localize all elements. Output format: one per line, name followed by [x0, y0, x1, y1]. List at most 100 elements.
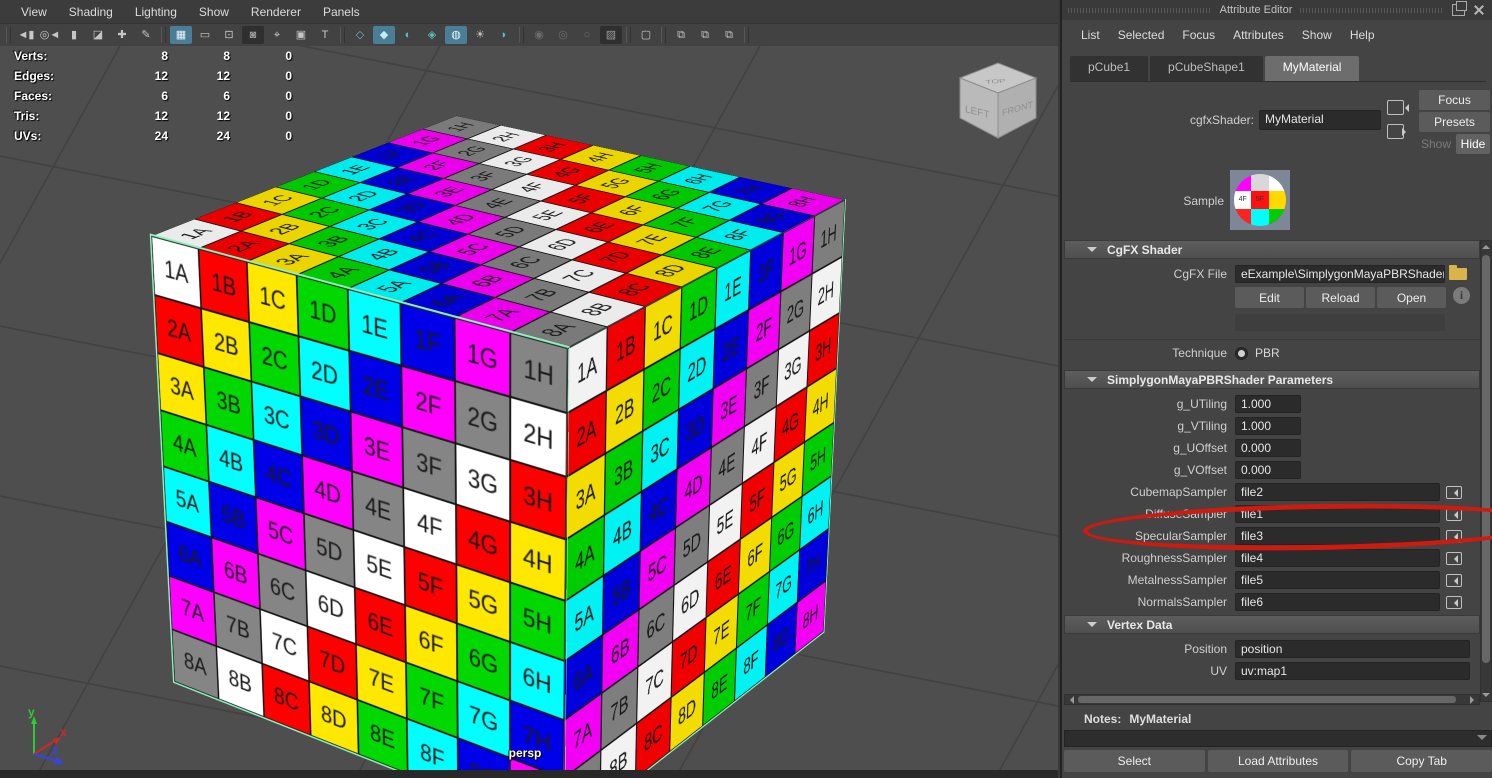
- viewport-menu-shading[interactable]: Shading: [58, 5, 124, 19]
- connect-texture-icon[interactable]: [1446, 552, 1462, 565]
- output-connections-icon[interactable]: [1387, 124, 1404, 139]
- viewport-menu-view[interactable]: View: [10, 5, 58, 19]
- reload-button[interactable]: Reload: [1306, 287, 1375, 308]
- copy-tab-button[interactable]: Copy Tab: [1351, 750, 1492, 772]
- connect-texture-icon[interactable]: [1446, 530, 1462, 543]
- section-header-shader-parameters[interactable]: SimplygonMayaPBRShader Parameters: [1064, 370, 1480, 389]
- g_UOffset-field[interactable]: 0.000: [1235, 439, 1301, 457]
- field-chart-icon[interactable]: ⌖: [266, 26, 288, 44]
- horizontal-scrollbar[interactable]: [1064, 694, 1480, 705]
- float-panel-icon[interactable]: [1452, 4, 1465, 16]
- shader-name-field[interactable]: MyMaterial: [1259, 110, 1381, 130]
- flat-shade-icon[interactable]: ◐: [397, 26, 419, 44]
- MetalnessSampler-field[interactable]: file5: [1235, 571, 1440, 589]
- resolution-gate-icon[interactable]: ⊡: [218, 26, 240, 44]
- browse-folder-icon[interactable]: [1449, 268, 1467, 280]
- ae-menu-selected[interactable]: Selected: [1109, 28, 1174, 42]
- xray-joints-icon[interactable]: ○: [576, 26, 598, 44]
- image-plane-icon[interactable]: ◪: [87, 26, 109, 44]
- SpecularSampler-field[interactable]: file3: [1235, 527, 1440, 545]
- wireframe-on-shaded-icon[interactable]: ◈: [421, 26, 443, 44]
- viewport-menu-panels[interactable]: Panels: [312, 5, 371, 19]
- connect-texture-icon[interactable]: [1446, 486, 1462, 499]
- DiffuseSampler-label: DiffuseSampler: [1064, 507, 1227, 521]
- pan-zoom-icon[interactable]: ✚: [111, 26, 133, 44]
- notes-resize-handle[interactable]: [1477, 735, 1487, 745]
- ae-menu-attributes[interactable]: Attributes: [1224, 28, 1293, 42]
- bookmark-icon[interactable]: ▮: [63, 26, 85, 44]
- vertical-scrollbar[interactable]: [1480, 240, 1492, 702]
- lights-icon[interactable]: ☀: [469, 26, 491, 44]
- grease-pencil-icon[interactable]: ✎: [135, 26, 157, 44]
- wireframe-icon[interactable]: ◇: [349, 26, 371, 44]
- focus-button[interactable]: Focus: [1419, 90, 1490, 110]
- grid-icon[interactable]: ▦: [170, 26, 192, 44]
- horizontal-scroll-thumb[interactable]: [1078, 696, 1456, 703]
- select-button[interactable]: Select: [1064, 750, 1205, 772]
- select-camera-icon[interactable]: ◄▮: [15, 26, 37, 44]
- scroll-left-arrow[interactable]: [1066, 696, 1074, 704]
- ae-menu-show[interactable]: Show: [1293, 28, 1341, 42]
- transfer-attributes-icon[interactable]: ⧉: [718, 26, 740, 44]
- tab-mymaterial[interactable]: MyMaterial: [1265, 56, 1360, 81]
- info-icon[interactable]: i: [1453, 287, 1470, 304]
- notes-field[interactable]: [1064, 730, 1492, 747]
- exposure-icon[interactable]: ▨: [600, 26, 622, 44]
- xray-icon[interactable]: ◎: [552, 26, 574, 44]
- load-attributes-button[interactable]: Load Attributes: [1208, 750, 1349, 772]
- show-button[interactable]: Show: [1419, 134, 1453, 154]
- connect-texture-icon[interactable]: [1446, 508, 1462, 521]
- DiffuseSampler-field[interactable]: file1: [1235, 505, 1440, 523]
- hide-button[interactable]: Hide: [1456, 134, 1490, 154]
- RoughnessSampler-field[interactable]: file4: [1235, 549, 1440, 567]
- Position-field[interactable]: position: [1235, 640, 1470, 658]
- input-connections-icon[interactable]: [1387, 100, 1404, 115]
- UV-field[interactable]: uv:map1: [1235, 662, 1470, 680]
- select-tool-icon[interactable]: ▢: [635, 26, 657, 44]
- textured-icon[interactable]: ◍: [445, 26, 467, 44]
- presets-button[interactable]: Presets: [1419, 112, 1490, 132]
- ae-menu-help[interactable]: Help: [1341, 28, 1384, 42]
- shadows-icon[interactable]: ◗: [493, 26, 515, 44]
- cgfx-file-field[interactable]: eExample\SimplygonMayaPBRShader.fx: [1235, 265, 1445, 283]
- smooth-shade-icon[interactable]: ◆: [373, 26, 395, 44]
- vertical-scroll-thumb[interactable]: [1482, 255, 1490, 663]
- edit-button[interactable]: Edit: [1235, 287, 1304, 308]
- ae-menu-list[interactable]: List: [1072, 28, 1109, 42]
- attribute-editor-titlebar[interactable]: Attribute Editor: [1062, 0, 1492, 20]
- safe-action-icon[interactable]: ▣: [290, 26, 312, 44]
- isolate-select-icon[interactable]: ◉: [528, 26, 550, 44]
- tab-pcubeshape1[interactable]: pCubeShape1: [1150, 56, 1263, 81]
- viewport-menu-lighting[interactable]: Lighting: [124, 5, 188, 19]
- connect-texture-icon[interactable]: [1446, 596, 1462, 609]
- viewport-menu-renderer[interactable]: Renderer: [240, 5, 312, 19]
- close-panel-icon[interactable]: [1473, 4, 1486, 16]
- scroll-down-arrow[interactable]: [1481, 689, 1491, 701]
- section-header-vertex-data[interactable]: Vertex Data: [1064, 615, 1480, 634]
- NormalsSampler-field[interactable]: file6: [1235, 593, 1440, 611]
- film-gate-icon[interactable]: ▭: [194, 26, 216, 44]
- CubemapSampler-field[interactable]: file2: [1235, 483, 1440, 501]
- viewport-menu-show[interactable]: Show: [188, 5, 240, 19]
- perspective-viewport[interactable]: Verts:880Edges:12120Faces:660Tris:12120U…: [0, 46, 1058, 770]
- technique-radio[interactable]: [1235, 347, 1248, 360]
- g_VOffset-field[interactable]: 0.000: [1235, 461, 1301, 479]
- connect-texture-icon[interactable]: [1446, 574, 1462, 587]
- uv-cell-label: 1B: [211, 267, 237, 303]
- camera-attributes-icon[interactable]: ◎◄: [39, 26, 61, 44]
- viewcube-gizmo[interactable]: TOP LEFT FRONT: [952, 54, 1044, 146]
- g_VTiling-field[interactable]: 1.000: [1235, 417, 1301, 435]
- gate-mask-icon[interactable]: ◙: [242, 26, 264, 44]
- duplicate-input-icon[interactable]: ⧉: [694, 26, 716, 44]
- material-sample-swatch[interactable]: 4F5F: [1230, 170, 1290, 230]
- ae-menu-focus[interactable]: Focus: [1173, 28, 1224, 42]
- section-header-cgfx-shader[interactable]: CgFX Shader: [1064, 240, 1480, 259]
- tab-pcube1[interactable]: pCube1: [1070, 56, 1148, 81]
- scroll-up-arrow[interactable]: [1481, 241, 1491, 253]
- scroll-right-arrow[interactable]: [1470, 696, 1478, 704]
- g_UTiling-field[interactable]: 1.000: [1235, 395, 1301, 413]
- open-button[interactable]: Open: [1377, 287, 1446, 308]
- uv-test-cube[interactable]: 1A1B1C1D1E1F1G1H2A2B2C2D2E2F2G2H3A3B3C3D…: [314, 172, 717, 727]
- duplicate-icon[interactable]: ⧉: [670, 26, 692, 44]
- safe-title-icon[interactable]: T: [314, 26, 336, 44]
